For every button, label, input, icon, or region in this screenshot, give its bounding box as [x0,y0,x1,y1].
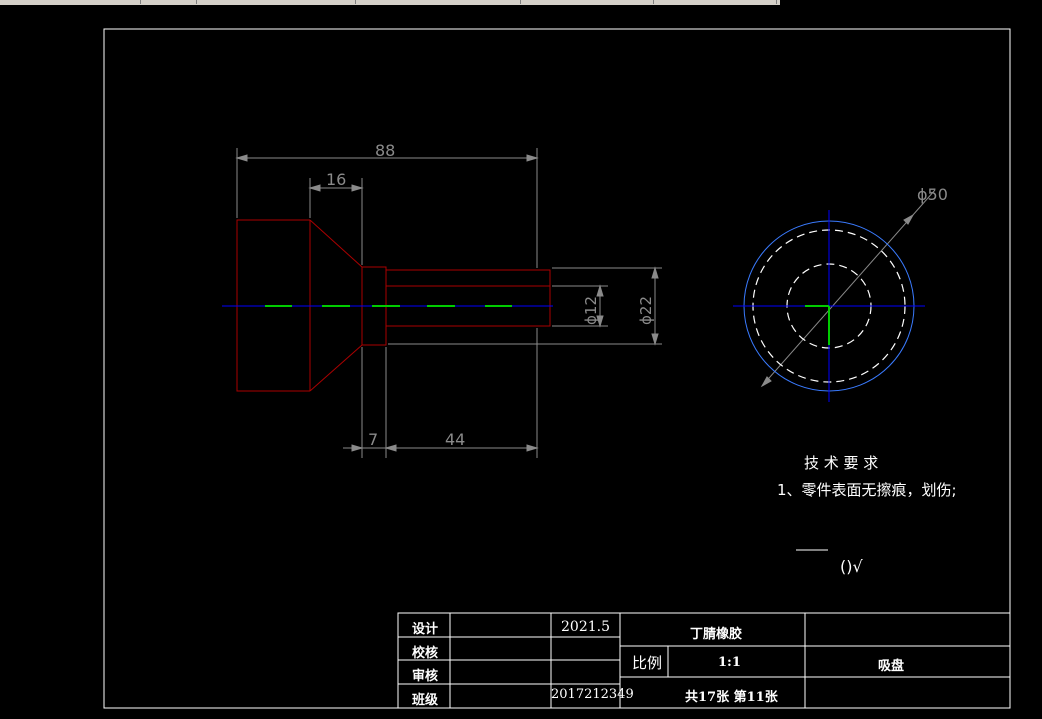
scale-label: 比例 [632,654,663,672]
dim-inner-diameter: ϕ12 [582,296,600,325]
student-id: 2017212349 [551,687,634,702]
dim-stem-length: 44 [445,430,466,449]
review-label: 审核 [412,669,439,684]
part-name: 吸盘 [878,659,905,674]
surface-finish-symbol: ()√ [840,557,863,576]
dim-head-length: 16 [326,170,347,189]
dim-outer-diameter: ϕ22 [637,296,655,325]
check-label: 校核 [412,646,439,661]
dim-neck-length: 7 [368,430,379,449]
design-label: 设计 [412,622,439,637]
tech-requirements-title: 技 术 要 求 [804,454,879,472]
material-name: 丁腈橡胶 [690,627,743,642]
dim-total-length: 88 [375,141,396,160]
class-label: 班级 [412,693,439,708]
scale-value: 1:1 [718,655,741,670]
tech-requirement-item: 1、零件表面无擦痕，划伤; [777,481,957,499]
dim-disc-diameter: ϕ50 [917,185,948,204]
design-date: 2021.5 [561,619,610,635]
sheet-info: 共17张 第11张 [685,690,778,705]
